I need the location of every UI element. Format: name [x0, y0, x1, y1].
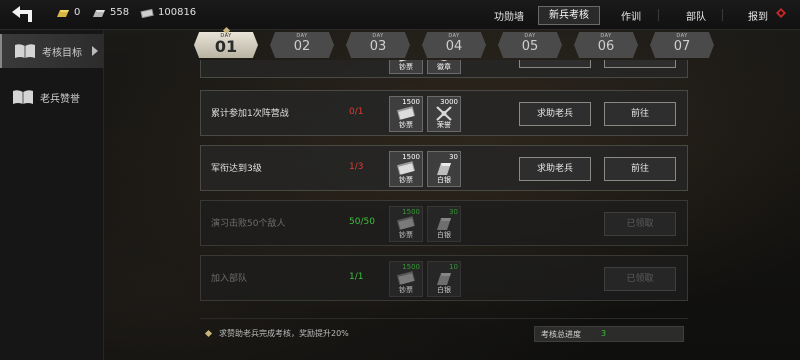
total-progress-value: 3	[601, 329, 607, 338]
day-tab-05[interactable]: DAY 05	[498, 32, 562, 58]
go-button[interactable]: 前往	[604, 60, 676, 68]
task-title: 演习击败50个敌人	[211, 219, 286, 229]
reward-slot[interactable]: 3000 荣誉	[427, 96, 461, 132]
nav-training[interactable]: 作训	[621, 8, 641, 23]
chevron-right-icon	[92, 46, 98, 56]
task-row: 钞票 徽章 求助老兵 前往	[200, 60, 688, 78]
sidebar-item-veteran-praise[interactable]: 老兵赞誉	[0, 80, 104, 114]
claimed-button: 已领取	[604, 212, 676, 236]
gold-resource: 0	[56, 7, 80, 18]
silver-resource: 558	[92, 7, 129, 18]
task-row: 军衔达到3级 1/3 1500 钞票 30 白银 求助老兵 前往	[200, 145, 688, 191]
claimed-button: 已领取	[604, 267, 676, 291]
day-tab-06[interactable]: DAY 06	[574, 32, 638, 58]
sidebar-item-assessment-goals[interactable]: 考核目标	[0, 34, 104, 68]
banknote-amount: 100816	[158, 7, 197, 18]
day-tab-04[interactable]: DAY 04	[422, 32, 486, 58]
task-progress: 50/50	[349, 217, 375, 227]
reward-slot[interactable]: 1500 钞票	[389, 261, 423, 297]
nav-merit-wall[interactable]: 功勋墙	[494, 8, 524, 23]
reward-slot[interactable]: 钞票	[389, 60, 423, 74]
silver-bar-icon	[93, 9, 105, 17]
sidebar: 考核目标 老兵赞誉	[0, 30, 104, 360]
reward-slot[interactable]: 1500 钞票	[389, 96, 423, 132]
book-icon	[13, 90, 33, 104]
bonus-note-text: 求赞助老兵完成考核，奖励提升20%	[219, 329, 349, 338]
top-bar: 0 558 100816 功勋墙 新兵考核 作训 部队 报到	[0, 0, 800, 30]
task-progress: 0/1	[349, 107, 364, 117]
bonus-note: 求赞助老兵完成考核，奖励提升20%	[204, 328, 349, 339]
sidebar-item-label: 考核目标	[42, 47, 82, 59]
banknote-resource: 100816	[140, 7, 196, 18]
back-button[interactable]	[8, 4, 40, 26]
nav-troop[interactable]: 部队	[686, 8, 706, 23]
day-tabs: DAY 01 DAY 02 DAY 03 DAY 04 DAY 05 DAY 0…	[190, 26, 730, 60]
task-title: 累计参加1次阵营战	[211, 109, 289, 119]
day-tab-01[interactable]: DAY 01	[194, 26, 258, 58]
banknote-icon	[140, 8, 154, 18]
reward-slot[interactable]: 30 白银	[427, 151, 461, 187]
ask-veteran-button[interactable]: 求助老兵	[519, 102, 591, 126]
nav-recruit-assessment[interactable]: 新兵考核	[538, 6, 600, 25]
gold-amount: 0	[74, 7, 81, 18]
task-progress: 1/1	[349, 272, 364, 282]
book-icon	[15, 44, 35, 58]
reward-slot[interactable]: 1500 钞票	[389, 151, 423, 187]
back-arrow-icon	[12, 6, 32, 22]
silver-amount: 558	[110, 7, 130, 18]
reward-slot[interactable]: 徽章	[427, 60, 461, 74]
ask-veteran-button[interactable]: 求助老兵	[519, 157, 591, 181]
nav-separator	[722, 9, 723, 21]
task-row: 累计参加1次阵营战 0/1 1500 钞票 3000 荣誉 求助老兵 前往	[200, 90, 688, 136]
divider	[200, 318, 688, 319]
total-progress: 考核总进度 3	[534, 326, 684, 342]
task-progress: 1/3	[349, 162, 364, 172]
go-button[interactable]: 前往	[604, 102, 676, 126]
go-button[interactable]: 前往	[604, 157, 676, 181]
gold-bar-icon	[57, 9, 69, 17]
total-progress-label: 考核总进度	[541, 330, 581, 339]
reward-slot[interactable]: 10 白银	[427, 261, 461, 297]
task-row: 演习击败50个敌人 50/50 1500 钞票 30 白银 已领取	[200, 200, 688, 246]
sidebar-item-label: 老兵赞誉	[40, 93, 80, 105]
day-tab-07[interactable]: DAY 07	[650, 32, 714, 58]
task-title: 加入部队	[211, 274, 248, 284]
task-row: 加入部队 1/1 1500 钞票 10 白银 已领取	[200, 255, 688, 301]
task-title: 军衔达到3级	[211, 164, 262, 174]
nav-separator	[658, 9, 659, 21]
day-tab-03[interactable]: DAY 03	[346, 32, 410, 58]
diamond-bullet-icon	[204, 329, 213, 338]
task-list[interactable]: 钞票 徽章 求助老兵 前往 累计参加1次阵营战 0/1 1500 钞票 3000	[200, 60, 688, 318]
reward-slot[interactable]: 1500 钞票	[389, 206, 423, 242]
day-tab-02[interactable]: DAY 02	[270, 32, 334, 58]
reward-slot[interactable]: 30 白银	[427, 206, 461, 242]
nav-report[interactable]: 报到	[748, 8, 768, 23]
red-diamond-icon[interactable]	[776, 8, 786, 18]
ask-veteran-button[interactable]: 求助老兵	[519, 60, 591, 68]
